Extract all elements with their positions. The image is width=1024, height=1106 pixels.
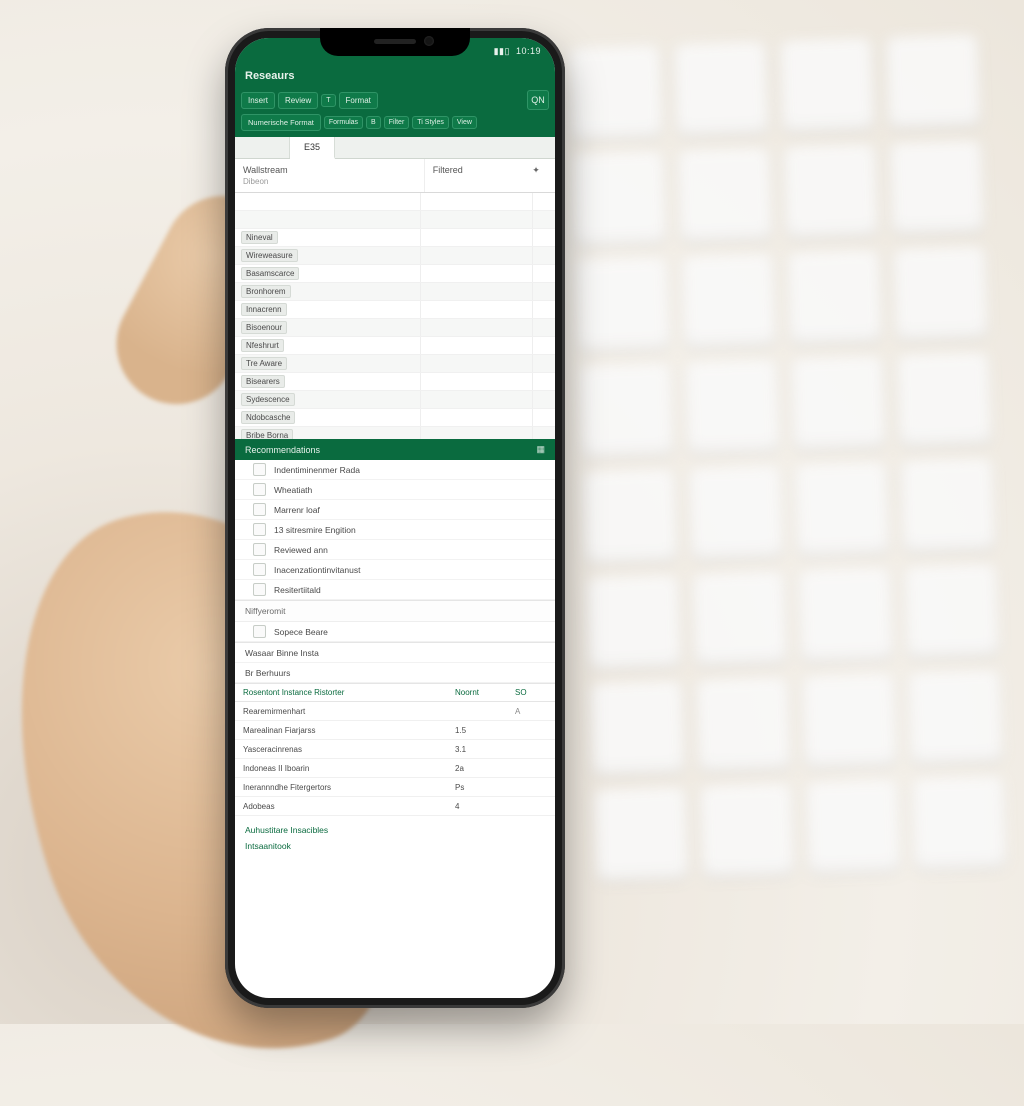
tab-filter[interactable]: Filter xyxy=(384,116,410,129)
list-item[interactable]: Reviewed ann xyxy=(235,540,555,560)
grid-row: Innacrenn xyxy=(235,301,555,319)
grid-row: Basamscarce xyxy=(235,265,555,283)
grid-row: Bribe Borna xyxy=(235,427,555,439)
cell-ref-bar: E35 xyxy=(235,137,555,159)
table-row[interactable]: Inerannndhe FitergertorsPs xyxy=(235,778,555,797)
list-3: Wasaar Binne Insta Br Berhuurs xyxy=(235,643,555,684)
background-keyboard xyxy=(568,32,1024,988)
toolbar-primary: Insert Review T Format QN xyxy=(235,90,555,114)
list-item[interactable]: Wheatiath xyxy=(235,480,555,500)
list-item[interactable]: Indentiminenmer Rada xyxy=(235,460,555,480)
toolbar-secondary: Numerische Format Formulas B Filter Ti S… xyxy=(235,114,555,137)
list-item[interactable]: 13 sitresmire Engition xyxy=(235,520,555,540)
tab-formulas[interactable]: Formulas xyxy=(324,116,363,129)
tab-number-format[interactable]: Numerische Format xyxy=(241,114,321,131)
footer-links: Auhustitare Insacibles Intsaanitook xyxy=(235,816,555,878)
summary-header: Rosentont Instance Ristorter Noornt SO xyxy=(235,684,555,702)
table-row[interactable]: Yasceracinrenas3.1 xyxy=(235,740,555,759)
spreadsheet-grid[interactable]: Nineval Wireweasure Basamscarce Bronhore… xyxy=(235,193,555,439)
grid-row: Nfeshrurt xyxy=(235,337,555,355)
cell-reference[interactable]: E35 xyxy=(290,137,335,159)
tab-format[interactable]: Format xyxy=(339,92,378,109)
grid-row: Bisoenour xyxy=(235,319,555,337)
app-title: Reseaurs xyxy=(235,64,555,90)
tab-styles[interactable]: Ti Styles xyxy=(412,116,449,129)
tab-insert[interactable]: Insert xyxy=(241,92,275,109)
table-row[interactable]: RearemirmenhartA xyxy=(235,702,555,721)
tab-view[interactable]: View xyxy=(452,116,477,129)
grid-row: Bronhorem xyxy=(235,283,555,301)
status-time: 10:19 xyxy=(516,46,541,56)
grid-row: Wireweasure xyxy=(235,247,555,265)
battery-icon: ▮▮▯ xyxy=(494,46,510,57)
qn-icon: QN xyxy=(531,95,545,105)
subsection-header: Niffyeromit xyxy=(235,601,555,622)
list-item[interactable]: Sopece Beare xyxy=(235,622,555,642)
list-2: Sopece Beare xyxy=(235,622,555,643)
section-title: Recommendations xyxy=(245,445,320,455)
grid-icon[interactable]: ▦ xyxy=(536,444,545,455)
subtab-blank[interactable] xyxy=(235,137,290,158)
tab-review[interactable]: Review xyxy=(278,92,318,109)
column-headers: Wallstream Dibeon Filtered ✦ xyxy=(235,159,555,193)
col-header-1: Wallstream Dibeon xyxy=(235,159,425,192)
recommendations-list: Indentiminenmer Rada Wheatiath Marrenr l… xyxy=(235,460,555,601)
summary-table: Rosentont Instance Ristorter Noornt SO R… xyxy=(235,684,555,816)
tab-bold[interactable]: B xyxy=(366,116,381,129)
star-icon[interactable]: ✦ xyxy=(517,159,555,192)
phone-screen: ▮▮▯ 10:19 Reseaurs Insert Review T Forma… xyxy=(235,38,555,998)
phone-notch xyxy=(320,28,470,56)
section-bar: Recommendations ▦ xyxy=(235,439,555,460)
tab-t[interactable]: T xyxy=(321,94,335,107)
grid-row: Sydescence xyxy=(235,391,555,409)
grid-row: Tre Aware xyxy=(235,355,555,373)
grid-row: Ndobcasche xyxy=(235,409,555,427)
grid-row: Nineval xyxy=(235,229,555,247)
grid-row xyxy=(235,211,555,229)
grid-row: Bisearers xyxy=(235,373,555,391)
grid-row xyxy=(235,193,555,211)
footer-link[interactable]: Auhustitare Insacibles xyxy=(245,822,545,838)
list-item[interactable]: Inacenzationtinvitanust xyxy=(235,560,555,580)
app-header: Reseaurs Insert Review T Format QN Numer… xyxy=(235,64,555,137)
table-row[interactable]: Adobeas4 xyxy=(235,797,555,816)
col-header-2: Filtered xyxy=(425,159,517,192)
list-item[interactable]: Resitertiitald xyxy=(235,580,555,600)
header-action-icon[interactable]: QN xyxy=(527,90,549,110)
list-item[interactable]: Br Berhuurs xyxy=(235,663,555,683)
phone-frame: ▮▮▯ 10:19 Reseaurs Insert Review T Forma… xyxy=(225,28,565,1008)
table-row[interactable]: Marealinan Fiarjarss1.5 xyxy=(235,721,555,740)
footer-link[interactable]: Intsaanitook xyxy=(245,838,545,854)
table-row[interactable]: Indoneas II Iboarin2a xyxy=(235,759,555,778)
list-item[interactable]: Marrenr loaf xyxy=(235,500,555,520)
list-item[interactable]: Wasaar Binne Insta xyxy=(235,643,555,663)
